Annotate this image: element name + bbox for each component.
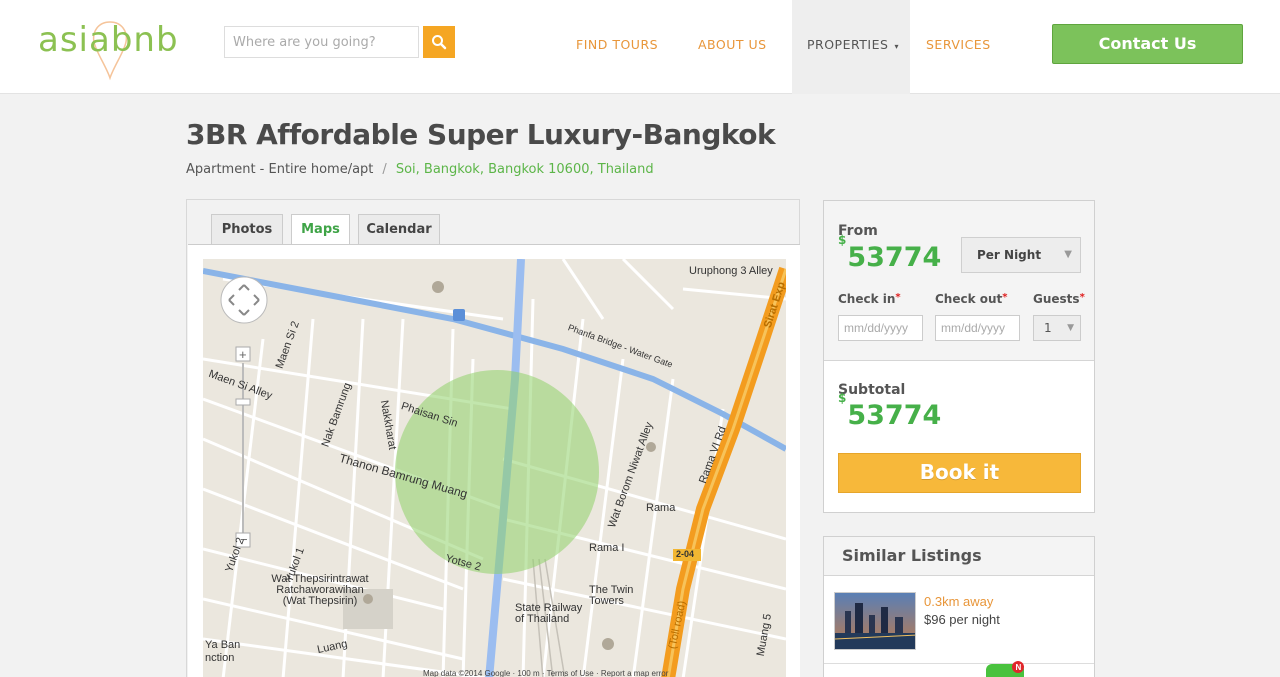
property-type: Apartment - Entire home/apt [186, 162, 374, 177]
search-icon [432, 35, 447, 50]
nav-properties-label: PROPERTIES [807, 37, 889, 52]
map-label: Uruphong 3 Alley [689, 265, 773, 277]
chat-badge: N [1016, 663, 1022, 672]
listing-distance: 0.3km away [924, 594, 994, 609]
search-input[interactable] [224, 26, 419, 58]
checkin-date-field[interactable]: mm/dd/yyyy [838, 315, 923, 341]
chat-icon[interactable]: N [986, 660, 1026, 677]
svg-text:+: + [239, 347, 247, 362]
similar-listings: Similar Listings 0.3km away $96 per nigh… [823, 536, 1095, 677]
map-label: Rama I [589, 542, 625, 554]
chevron-down-icon: ▼ [1064, 249, 1072, 260]
nav-find-tours[interactable]: FIND TOURS [576, 0, 658, 94]
required-mark: * [1079, 292, 1085, 303]
listing-price: $96 per night [924, 612, 1000, 627]
subtotal-value: 53774 [847, 400, 942, 431]
listing-thumbnail[interactable] [834, 592, 916, 650]
listing-subtitle: Apartment - Entire home/apt / Soi, Bangkok… [186, 162, 654, 177]
listing-media-panel: Photos Maps Calendar + − Uruphong 3 Alle… [186, 199, 800, 677]
map-label: Ya Ban [205, 639, 241, 651]
map-label: The Twin Towers [589, 584, 634, 607]
google-map[interactable]: + − Uruphong 3 Alley Phanfa Bridge - Wat… [203, 259, 786, 677]
currency-symbol: $ [838, 391, 847, 405]
nav-about-us[interactable]: ABOUT US [698, 0, 767, 94]
price-period-select[interactable]: Per Night ▼ [961, 237, 1081, 273]
chevron-down-icon: ▼ [1067, 323, 1074, 333]
checkin-label: Check in* [838, 292, 901, 306]
checkout-label-text: Check out [935, 292, 1003, 306]
maps-tab-content: + − Uruphong 3 Alley Phanfa Bridge - Wat… [188, 244, 800, 677]
location-link[interactable]: Soi, Bangkok, Bangkok 10600, Thailand [396, 162, 654, 177]
price-value: 53774 [847, 242, 942, 273]
nav-services[interactable]: SERVICES [926, 0, 991, 94]
page-title: 3BR Affordable Super Luxury-Bangkok [186, 118, 776, 151]
tab-calendar[interactable]: Calendar [358, 214, 440, 244]
search-button[interactable] [423, 26, 455, 58]
guests-label-text: Guests [1033, 292, 1080, 306]
book-it-button[interactable]: Book it [838, 453, 1081, 493]
tab-maps[interactable]: Maps [291, 214, 350, 245]
guests-select[interactable]: 1 ▼ [1033, 315, 1081, 341]
list-item[interactable]: 0.3km away $96 per night [834, 592, 1084, 650]
similar-listings-title: Similar Listings [824, 537, 1094, 576]
guests-value: 1 [1044, 321, 1052, 335]
contact-us-button[interactable]: Contact Us [1052, 24, 1243, 64]
divider [824, 663, 1094, 664]
nightly-price: $53774 [838, 233, 942, 273]
required-mark: * [895, 292, 901, 303]
map-attribution: Map data ©2014 Google · 100 m · Terms of… [423, 669, 669, 677]
required-mark: * [1002, 292, 1008, 303]
currency-symbol: $ [838, 233, 847, 247]
guests-label: Guests* [1033, 292, 1085, 306]
map-label: 2-04 [676, 549, 695, 559]
logo-text: asiabnb [38, 20, 179, 60]
listing-photo [835, 593, 915, 649]
map-label: Wat Thepsirintrawat Ratchaworawihan (Wat… [271, 573, 369, 607]
nav-properties[interactable]: PROPERTIES ▾ [792, 0, 910, 94]
subtotal-label: Subtotal [838, 382, 906, 398]
tab-photos[interactable]: Photos [211, 214, 283, 244]
subtotal-price: $53774 [838, 391, 942, 431]
booking-form: From $53774 Per Night ▼ Check in* Check … [824, 201, 1094, 361]
booking-widget: From $53774 Per Night ▼ Check in* Check … [823, 200, 1095, 513]
chevron-down-icon: ▾ [894, 42, 899, 51]
site-header: asiabnb FIND TOURS ABOUT US PROPERTIES▾ … [0, 0, 1280, 94]
breadcrumb-separator: / [382, 162, 387, 177]
map-label: nction [205, 652, 235, 664]
site-logo[interactable]: asiabnb [38, 18, 208, 82]
map-label: State Railway of Thailand [515, 602, 583, 625]
checkout-label: Check out* [935, 292, 1008, 306]
checkout-date-field[interactable]: mm/dd/yyyy [935, 315, 1020, 341]
price-period-value: Per Night [977, 248, 1042, 262]
map-label: Rama [646, 502, 676, 514]
checkin-label-text: Check in [838, 292, 896, 306]
